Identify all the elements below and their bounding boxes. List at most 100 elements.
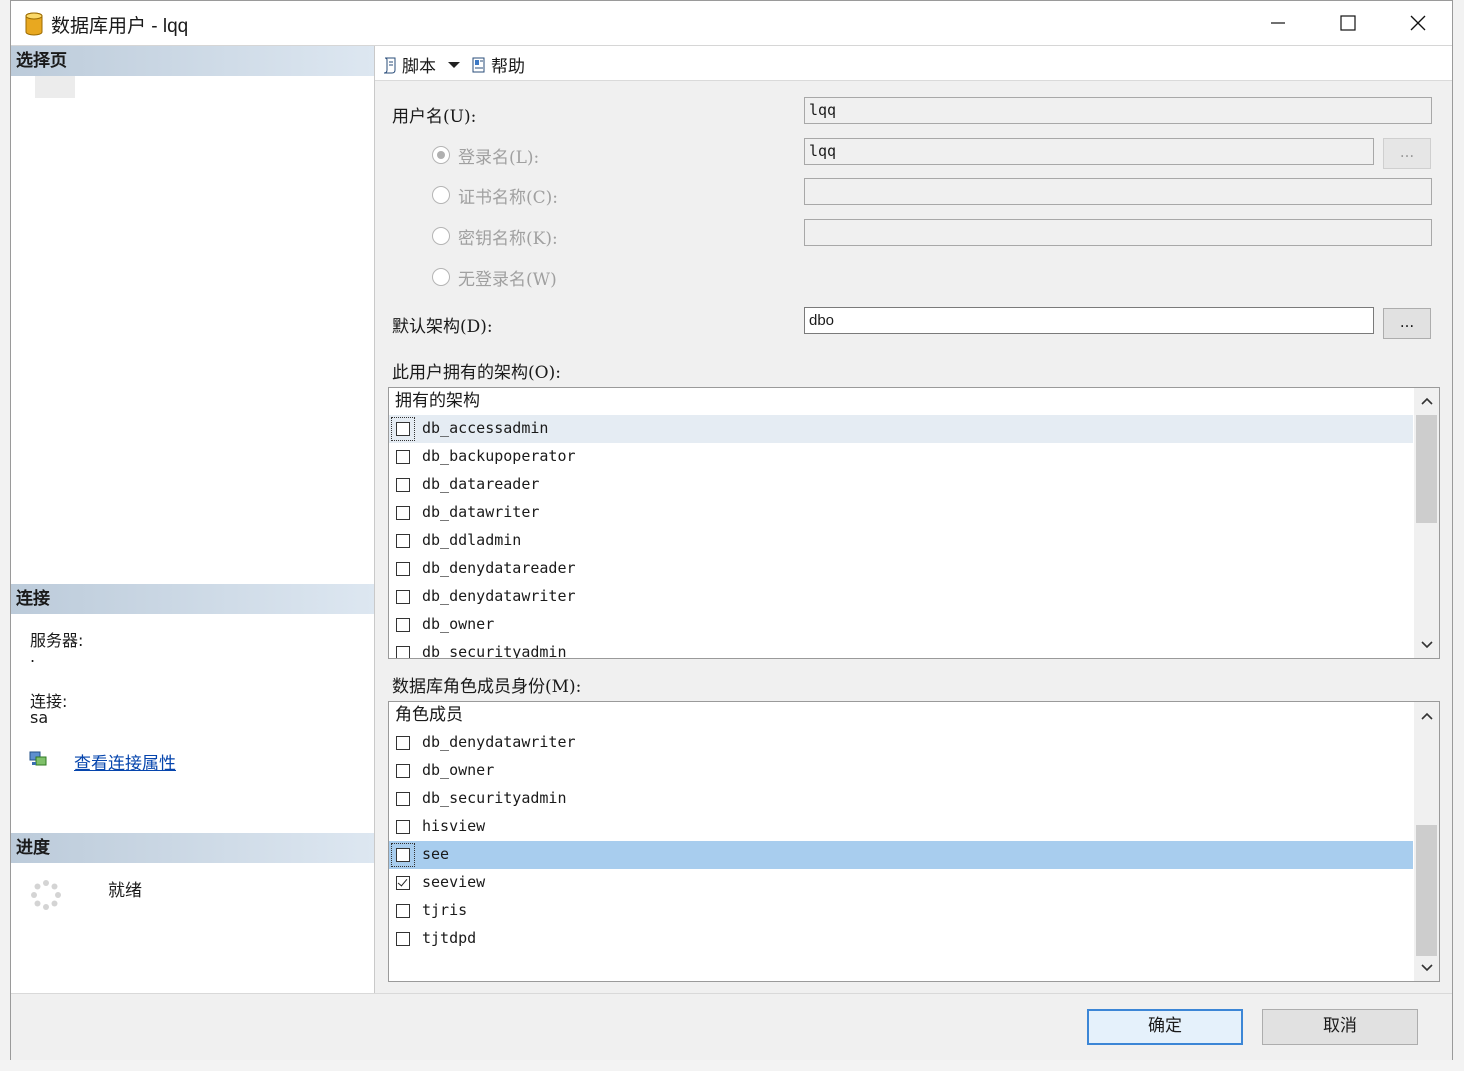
list-item[interactable]: db_denydatareader	[389, 555, 1413, 583]
checkbox[interactable]	[396, 534, 410, 548]
cert-name-label: 证书名称(C):	[458, 188, 558, 208]
list-item[interactable]: tjris	[389, 897, 1413, 925]
checkbox[interactable]	[396, 618, 410, 632]
close-button[interactable]	[1383, 1, 1453, 45]
checkbox[interactable]	[396, 562, 410, 576]
list-item[interactable]: db_datareader	[389, 471, 1413, 499]
cert-name-field[interactable]	[804, 178, 1432, 205]
checkbox[interactable]	[396, 848, 410, 862]
key-name-radio[interactable]	[432, 227, 450, 245]
login-name-field[interactable]: lqq	[804, 138, 1374, 165]
item-label: db_datareader	[422, 475, 540, 493]
owned-schemas-column-header: 拥有的架构	[395, 391, 480, 411]
item-label: db_accessadmin	[422, 419, 549, 437]
list-item[interactable]: tjtdpd	[389, 925, 1413, 953]
help-button[interactable]: 帮助	[471, 52, 525, 77]
login-name-label: 登录名(L):	[458, 148, 540, 168]
key-name-field[interactable]	[804, 219, 1432, 246]
item-label: db_securityadmin	[422, 789, 567, 807]
checkbox[interactable]	[396, 904, 410, 918]
database-icon	[25, 12, 43, 36]
checkbox[interactable]	[396, 478, 410, 492]
item-label: see	[422, 845, 450, 863]
script-button[interactable]: 脚本	[382, 52, 460, 77]
list-item[interactable]: db_owner	[389, 757, 1413, 785]
list-item[interactable]: db_securityadmin	[389, 785, 1413, 813]
connection-properties-icon	[29, 751, 47, 766]
checkbox[interactable]	[396, 590, 410, 604]
ok-button[interactable]: 确定	[1087, 1009, 1243, 1045]
progress-spinner-icon	[31, 880, 61, 910]
list-item[interactable]: db_ddladmin	[389, 527, 1413, 555]
connection-value: sa	[30, 708, 49, 727]
cancel-button[interactable]: 取消	[1262, 1009, 1418, 1045]
scroll-up-arrow-icon[interactable]	[1414, 705, 1439, 727]
login-name-radio[interactable]	[432, 146, 450, 164]
item-label: hisview	[422, 817, 486, 835]
cert-name-radio[interactable]	[432, 186, 450, 204]
role-membership-scrollbar[interactable]	[1414, 702, 1439, 981]
login-name-browse-button[interactable]: ...	[1383, 138, 1431, 169]
role-membership-label: 数据库角色成员身份(M):	[392, 677, 582, 697]
list-item[interactable]: db_denydatawriter	[389, 583, 1413, 611]
username-field[interactable]: lqq	[804, 97, 1432, 124]
list-item[interactable]: db_datawriter	[389, 499, 1413, 527]
scroll-thumb[interactable]	[1416, 415, 1437, 523]
connection-header: 连接	[11, 584, 374, 614]
title-bar[interactable]: 数据库用户 - lqq	[11, 1, 1452, 46]
checkbox[interactable]	[396, 792, 410, 806]
list-item[interactable]: db_owner	[389, 611, 1413, 639]
owned-schemas-list[interactable]: 拥有的架构 db_accessadmin db_backupoperator d…	[388, 387, 1440, 659]
checkbox[interactable]	[396, 646, 410, 658]
view-connection-properties-link[interactable]: 查看连接属性	[74, 749, 176, 774]
owned-schemas-scrollbar[interactable]	[1414, 388, 1439, 658]
checkbox[interactable]	[396, 506, 410, 520]
owned-schemas-label: 此用户拥有的架构(O):	[392, 363, 561, 383]
list-item[interactable]: seeview	[389, 869, 1413, 897]
progress-status: 就绪	[108, 881, 142, 901]
minimize-icon	[1271, 22, 1285, 24]
server-label: 服务器:	[30, 631, 84, 650]
progress-header: 进度	[11, 833, 374, 863]
checkbox[interactable]	[396, 422, 410, 436]
list-item[interactable]: see	[389, 841, 1413, 869]
checkbox[interactable]	[396, 876, 410, 890]
checkbox[interactable]	[396, 932, 410, 946]
background-app-right	[1453, 0, 1464, 1071]
item-label: db_backupoperator	[422, 447, 576, 465]
toolbar: 脚本 帮助	[375, 46, 1452, 81]
minimize-button[interactable]	[1243, 1, 1313, 45]
scroll-down-arrow-icon[interactable]	[1414, 634, 1439, 656]
checkbox[interactable]	[396, 764, 410, 778]
default-schema-field[interactable]: dbo	[804, 307, 1374, 334]
item-label: db_denydatareader	[422, 559, 576, 577]
default-schema-browse-button[interactable]: ...	[1383, 308, 1431, 339]
no-login-radio[interactable]	[432, 268, 450, 286]
left-pane: 选择页 连接 服务器: . 连接: sa 查看连接属性 进度 就绪	[11, 46, 375, 993]
checkbox[interactable]	[396, 820, 410, 834]
list-item[interactable]: hisview	[389, 813, 1413, 841]
list-item[interactable]: db_securityadmin	[389, 639, 1413, 658]
role-membership-column-header: 角色成员	[395, 705, 463, 725]
list-item[interactable]: db_denydatawriter	[389, 729, 1413, 757]
list-item[interactable]: db_accessadmin	[389, 415, 1413, 443]
scroll-thumb[interactable]	[1416, 825, 1437, 956]
window-title: 数据库用户 - lqq	[51, 16, 189, 37]
role-membership-list[interactable]: 角色成员 db_denydatawriter db_owner db_secur…	[388, 701, 1440, 982]
script-icon	[383, 57, 396, 73]
page-list-item[interactable]	[35, 76, 75, 98]
maximize-button[interactable]	[1313, 1, 1383, 45]
checkbox[interactable]	[396, 450, 410, 464]
scroll-down-arrow-icon[interactable]	[1414, 957, 1439, 979]
select-page-header: 选择页	[11, 46, 374, 76]
background-app-bottom	[0, 1060, 1464, 1071]
checkbox[interactable]	[396, 736, 410, 750]
list-item[interactable]: db_backupoperator	[389, 443, 1413, 471]
database-user-dialog: 数据库用户 - lqq 选择页 连接 服务器: . 连接: sa 查看连接属性 …	[10, 0, 1453, 1060]
dialog-button-bar: 确定 取消	[11, 993, 1452, 1060]
scroll-up-arrow-icon[interactable]	[1414, 390, 1439, 412]
close-icon	[1410, 15, 1426, 31]
item-label: db_owner	[422, 615, 495, 633]
dropdown-arrow-icon[interactable]	[448, 61, 460, 69]
server-value: .	[30, 647, 36, 666]
